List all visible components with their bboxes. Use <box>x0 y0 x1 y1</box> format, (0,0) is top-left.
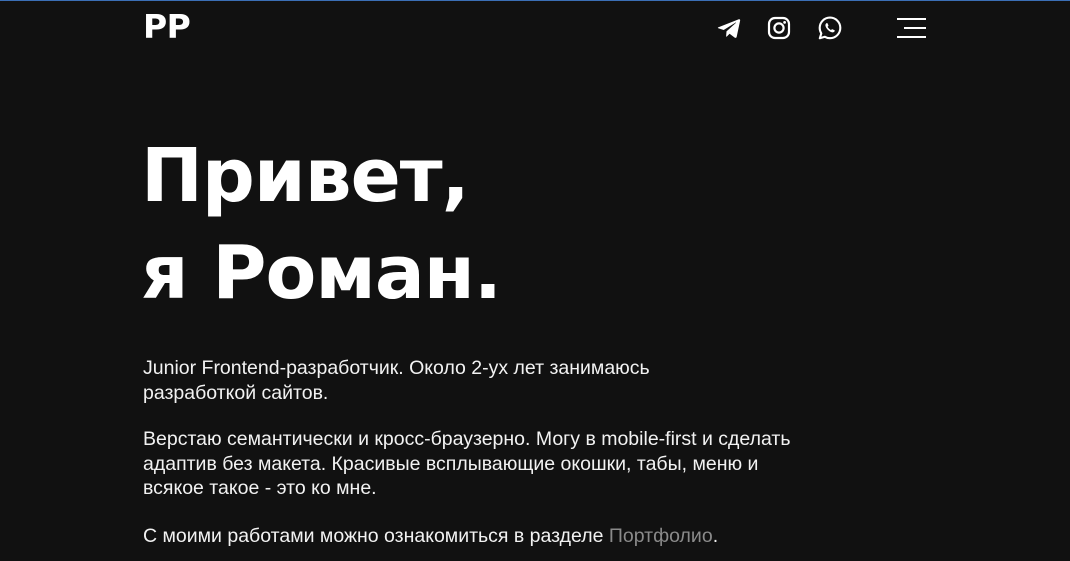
hero-title-line2: я Роман. <box>141 230 502 316</box>
about-paragraph-3: С моими работами можно ознакомиться в ра… <box>143 524 833 549</box>
portfolio-link[interactable]: Портфолио <box>609 525 713 547</box>
burger-line <box>897 36 926 38</box>
whatsapp-icon[interactable] <box>817 15 843 41</box>
about-paragraph-1: Junior Frontend-разработчик. Около 2-ух … <box>143 357 650 404</box>
burger-menu-icon[interactable] <box>897 17 926 39</box>
burger-line <box>904 27 926 29</box>
telegram-icon[interactable] <box>716 15 742 41</box>
hero-title-line1: Привет, <box>141 133 470 219</box>
about-paragraph-3-suffix: . <box>712 525 719 547</box>
burger-line <box>897 18 926 20</box>
hero-title: Привет, я Роман. <box>141 128 502 322</box>
site-header: РР <box>0 0 1070 58</box>
about-paragraph-2: Верстаю семантически и кросс-браузерно. … <box>143 428 791 499</box>
instagram-icon[interactable] <box>766 15 792 41</box>
about-paragraph-3-prefix: С моими работами можно ознакомиться в ра… <box>143 525 609 547</box>
logo[interactable]: РР <box>143 7 191 47</box>
